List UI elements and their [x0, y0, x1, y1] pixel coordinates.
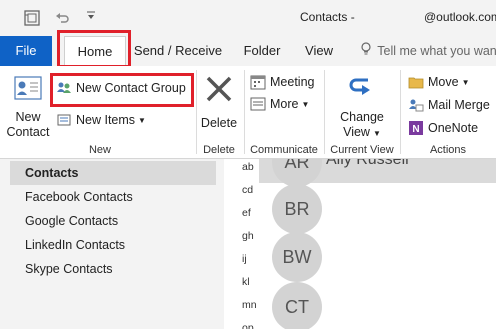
move-label: Move — [428, 75, 459, 89]
change-view-label-line1: Change — [340, 110, 384, 124]
tab-home[interactable]: Home — [64, 36, 126, 66]
group-label-delete: Delete — [203, 144, 235, 156]
more-button[interactable]: More ▼ — [250, 96, 309, 112]
title-bar: Contacts - @outlook.com — [0, 0, 496, 36]
window-title: Contacts - — [300, 10, 355, 24]
new-contact-label-line2: Contact — [6, 125, 50, 139]
group-separator — [196, 70, 197, 154]
lightbulb-icon — [360, 37, 374, 67]
new-items-icon — [56, 112, 72, 128]
group-label-communicate: Communicate — [250, 144, 318, 156]
alpha-index-gh[interactable]: gh — [242, 230, 254, 242]
tell-me-search[interactable]: Tell me what you want — [360, 36, 496, 66]
mail-merge-icon — [408, 97, 424, 113]
nav-item-contacts[interactable]: Contacts — [10, 161, 216, 185]
undo-icon[interactable] — [54, 10, 70, 29]
nav-item-skype-contacts[interactable]: Skype Contacts — [10, 257, 216, 281]
alpha-index-kl[interactable]: kl — [242, 276, 250, 288]
alpha-index-mn[interactable]: mn — [242, 299, 257, 311]
tab-view[interactable]: View — [298, 36, 340, 66]
group-label-new: New — [88, 144, 111, 156]
chevron-down-icon: ▼ — [372, 129, 381, 138]
new-contact-label-line1: New — [15, 110, 41, 124]
change-view-label-line2-text: View — [343, 125, 370, 139]
more-label: More — [270, 97, 299, 111]
change-view-label-line2: View ▼ — [332, 125, 392, 141]
group-label-current-view: Current View — [330, 144, 394, 156]
alpha-index-op[interactable]: op — [242, 322, 254, 329]
tab-folder[interactable]: Folder — [236, 36, 288, 66]
alpha-index-ef[interactable]: ef — [242, 207, 251, 219]
new-contact-label: New Contact — [2, 110, 54, 140]
group-label-actions: Actions — [429, 144, 467, 156]
contact-group-icon — [56, 80, 72, 96]
mail-merge-label: Mail Merge — [428, 98, 490, 112]
ribbon-tabs: File Home Send / Receive Folder View Tel… — [0, 36, 496, 66]
change-view-label: Change View ▼ — [332, 110, 392, 141]
alpha-index-ij[interactable]: ij — [242, 253, 247, 265]
new-contact-button[interactable]: New Contact — [6, 74, 50, 144]
alpha-index-ab[interactable]: ab — [242, 161, 254, 173]
onenote-button[interactable]: N OneNote — [408, 120, 478, 136]
move-folder-icon — [408, 74, 424, 90]
onenote-icon: N — [408, 120, 424, 136]
delete-label: Delete — [200, 116, 238, 130]
meeting-label: Meeting — [270, 75, 315, 89]
group-separator — [324, 70, 325, 154]
send-receive-all-icon[interactable] — [24, 10, 40, 29]
customize-quick-access-icon[interactable] — [86, 8, 96, 25]
ribbon: New Contact New Contact Group New Items … — [0, 66, 496, 159]
avatar[interactable]: BR — [272, 184, 322, 234]
new-items-label: New Items — [76, 113, 136, 127]
nav-item-google-contacts[interactable]: Google Contacts — [10, 209, 216, 233]
avatar[interactable]: BW — [272, 232, 322, 282]
folder-pane: Contacts Facebook Contacts Google Contac… — [0, 159, 224, 329]
new-contact-group-button[interactable]: New Contact Group — [56, 80, 186, 96]
delete-button[interactable]: Delete — [200, 74, 238, 134]
contact-card-icon — [14, 76, 42, 105]
chevron-down-icon: ▼ — [138, 115, 146, 125]
account-email: @outlook.com — [424, 10, 496, 24]
avatar[interactable]: CT — [272, 282, 322, 329]
svg-text:N: N — [412, 124, 419, 135]
calendar-icon — [250, 74, 266, 90]
nav-item-linkedin-contacts[interactable]: LinkedIn Contacts — [10, 233, 216, 257]
new-contact-group-label: New Contact Group — [76, 81, 186, 95]
group-separator — [400, 70, 401, 154]
change-view-button[interactable]: Change View ▼ — [332, 76, 392, 142]
tab-send-receive[interactable]: Send / Receive — [132, 36, 224, 66]
nav-item-facebook-contacts[interactable]: Facebook Contacts — [10, 185, 216, 209]
delete-x-icon — [204, 74, 234, 109]
tell-me-label: Tell me what you want — [377, 44, 496, 58]
tab-file[interactable]: File — [0, 36, 52, 66]
chevron-down-icon: ▼ — [301, 99, 310, 109]
alpha-index-cd[interactable]: cd — [242, 184, 253, 196]
chevron-down-icon: ▼ — [461, 77, 470, 87]
contacts-view: ab cd ef gh ij kl mn op AR Ally Russell … — [224, 159, 496, 329]
meeting-button[interactable]: Meeting — [250, 74, 314, 90]
more-icon — [250, 96, 266, 112]
new-items-button[interactable]: New Items ▼ — [56, 112, 146, 128]
mail-merge-button[interactable]: Mail Merge — [408, 97, 490, 113]
onenote-label: OneNote — [428, 121, 479, 135]
group-separator — [244, 70, 245, 154]
contact-name[interactable]: Ally Russell — [326, 159, 409, 169]
change-view-arrow-icon — [348, 76, 376, 111]
move-button[interactable]: Move ▼ — [408, 74, 470, 90]
